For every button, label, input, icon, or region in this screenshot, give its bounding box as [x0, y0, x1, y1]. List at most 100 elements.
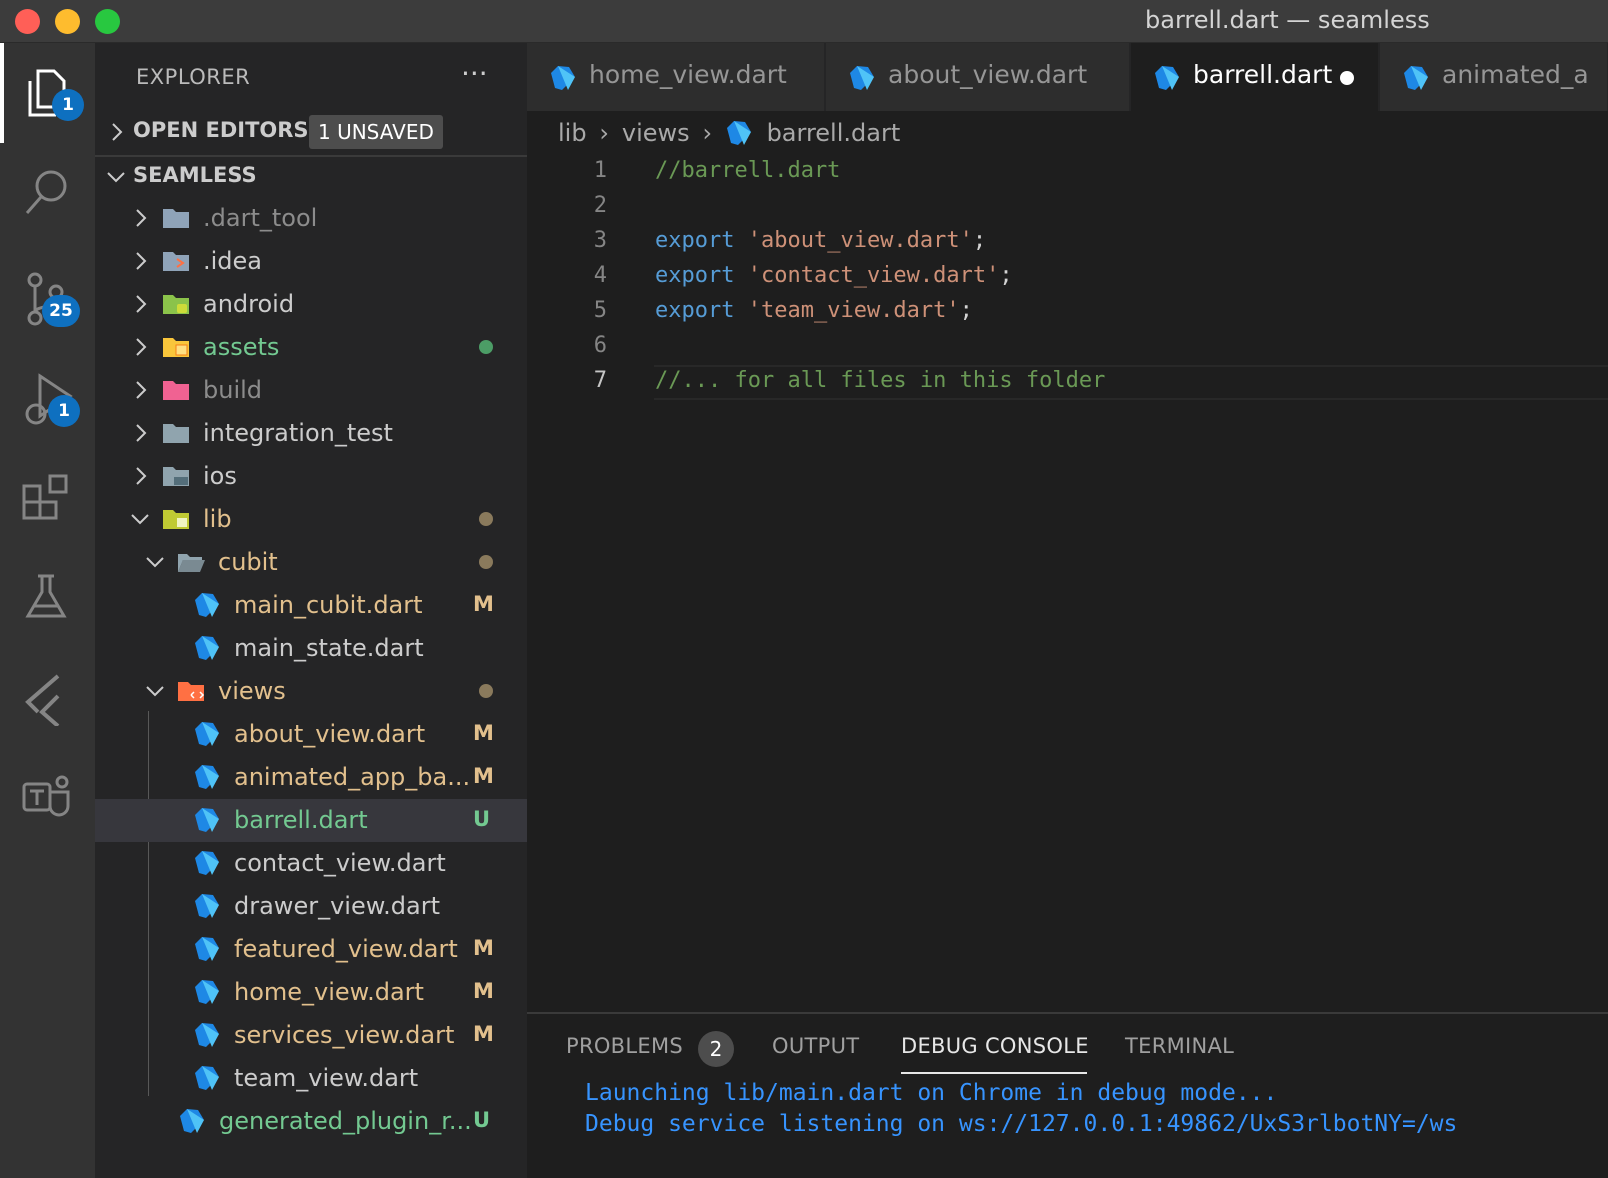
activity-search[interactable]: [0, 143, 95, 243]
tree-item-label: integration_test: [203, 419, 393, 447]
tree-item-ios[interactable]: ios: [95, 455, 527, 498]
tab-about-view[interactable]: about_view.dart: [826, 43, 1130, 111]
code-editor[interactable]: 1 2 3 4 5 6 7 //barrell.dart export 'abo…: [527, 152, 1608, 1012]
tree-item-label: .idea: [203, 247, 263, 275]
tree-item-generated-plugin-r[interactable]: generated_plugin_r... U: [95, 1100, 527, 1143]
activity-testing[interactable]: [0, 548, 95, 648]
tree-item-idea[interactable]: .idea: [95, 240, 527, 283]
tree-item-team-view-dart[interactable]: team_view.dart: [95, 1057, 527, 1100]
tab-home-view[interactable]: home_view.dart: [527, 43, 825, 111]
tree-item-drawer-view-dart[interactable]: drawer_view.dart: [95, 885, 527, 928]
tree-item-label: team_view.dart: [234, 1064, 419, 1092]
bottom-panel: PROBLEMS 2 OUTPUT DEBUG CONSOLE TERMINAL…: [527, 1012, 1608, 1178]
tree-item-label: ios: [203, 462, 237, 490]
tree-item-label: assets: [203, 333, 280, 361]
console-line: Launching lib/main.dart on Chrome in deb…: [585, 1080, 1278, 1106]
dart-file-icon: [195, 980, 219, 1004]
tab-barrell[interactable]: barrell.dart: [1131, 43, 1379, 111]
project-section[interactable]: SEAMLESS: [95, 156, 527, 200]
tree-item-main-state-dart[interactable]: main_state.dart: [95, 627, 527, 670]
folder-icon: [163, 510, 189, 529]
code-line: export 'team_view.dart';: [655, 298, 973, 323]
breadcrumb-item[interactable]: lib: [558, 119, 587, 147]
project-label: SEAMLESS: [133, 163, 257, 187]
git-status-badge: U: [473, 1108, 491, 1132]
tree-item-animated-app-ba[interactable]: animated_app_ba... M: [95, 756, 527, 799]
tree-item-cubit[interactable]: cubit: [95, 541, 527, 584]
tree-item-integration-test[interactable]: integration_test: [95, 412, 527, 455]
panel-tab-terminal[interactable]: TERMINAL: [1125, 1034, 1234, 1058]
code-keyword: export: [655, 228, 735, 253]
folder-icon: [178, 682, 205, 701]
tree-item-label: barrell.dart: [234, 806, 368, 834]
folder-icon: [163, 252, 189, 271]
tree-item-barrell-dart[interactable]: barrell.dart U: [95, 799, 527, 842]
open-editors-label: OPEN EDITORS: [133, 118, 309, 142]
tree-item-services-view-dart[interactable]: services_view.dart M: [95, 1014, 527, 1057]
breadcrumb-item[interactable]: views: [622, 119, 690, 147]
code-punctuation: ;: [999, 263, 1013, 288]
activity-source-control[interactable]: 25: [0, 248, 95, 348]
line-number: 3: [593, 228, 607, 253]
chevron-right-icon: ›: [599, 119, 610, 147]
code-comment: //barrell.dart: [655, 158, 841, 183]
git-status-badge: U: [473, 807, 491, 831]
git-status-dot: [479, 340, 493, 354]
close-window-button[interactable]: [15, 9, 40, 34]
tree-item-dart-tool[interactable]: .dart_tool: [95, 197, 527, 240]
folder-icon: [163, 338, 189, 357]
chevron-right-icon: [136, 295, 147, 313]
dart-file-icon: [195, 1023, 219, 1047]
tree-item-home-view-dart[interactable]: home_view.dart M: [95, 971, 527, 1014]
tree-item-about-view-dart[interactable]: about_view.dart M: [95, 713, 527, 756]
panel-tab-output[interactable]: OUTPUT: [772, 1034, 859, 1058]
tree-item-label: featured_view.dart: [234, 935, 458, 963]
tab-label: home_view.dart: [589, 60, 787, 89]
tree-item-label: build: [203, 376, 263, 404]
open-editors-section[interactable]: OPEN EDITORS 1 UNSAVED: [95, 111, 527, 155]
code-line: //barrell.dart: [655, 158, 840, 183]
activity-flutter[interactable]: [0, 648, 95, 748]
activity-run-debug[interactable]: 1: [0, 348, 95, 448]
unsaved-dot[interactable]: [1340, 71, 1354, 85]
breadcrumb-item[interactable]: barrell.dart: [767, 119, 901, 147]
tree-item-featured-view-dart[interactable]: featured_view.dart M: [95, 928, 527, 971]
dart-file-icon: [180, 1109, 204, 1133]
git-status-dot: [479, 512, 493, 526]
panel-tab-problems[interactable]: PROBLEMS: [566, 1034, 683, 1058]
tree-item-build[interactable]: build: [95, 369, 527, 412]
dart-file-icon: [195, 851, 219, 875]
more-actions-button[interactable]: ···: [461, 57, 488, 90]
minimize-window-button[interactable]: [55, 9, 80, 34]
code-string: 'contact_view.dart': [747, 263, 1000, 288]
tree-item-label: contact_view.dart: [234, 849, 446, 877]
chevron-down-icon: [107, 172, 125, 183]
zoom-window-button[interactable]: [95, 9, 120, 34]
tree-item-label: main_cubit.dart: [234, 591, 423, 619]
git-status-badge: M: [473, 764, 494, 788]
activity-extensions[interactable]: [0, 448, 95, 548]
tree-item-label: android: [203, 290, 295, 318]
tree-item-assets[interactable]: assets: [95, 326, 527, 369]
tree-item-label: views: [218, 677, 286, 705]
chevron-right-icon: [136, 381, 147, 399]
tree-item-android[interactable]: android: [95, 283, 527, 326]
git-status-badge: M: [473, 592, 494, 616]
tree-item-label: about_view.dart: [234, 720, 426, 748]
tree-item-label: cubit: [218, 548, 278, 576]
tree-item-lib[interactable]: lib: [95, 498, 527, 541]
activity-explorer[interactable]: 1: [0, 43, 95, 143]
git-status-badge: M: [473, 936, 494, 960]
chevron-down-icon: [146, 686, 164, 697]
tree-item-contact-view-dart[interactable]: contact_view.dart: [95, 842, 527, 885]
panel-tab-debug-console[interactable]: DEBUG CONSOLE: [901, 1034, 1089, 1058]
activity-teams[interactable]: [0, 748, 95, 848]
scm-badge: 25: [42, 295, 80, 327]
code-line: export 'about_view.dart';: [655, 228, 986, 253]
tree-item-main-cubit-dart[interactable]: main_cubit.dart M: [95, 584, 527, 627]
code-punctuation: ;: [972, 228, 987, 253]
tab-animated[interactable]: animated_a: [1380, 43, 1608, 111]
line-number: 2: [593, 193, 607, 218]
teams-icon: [22, 775, 70, 817]
tree-item-views[interactable]: views: [95, 670, 527, 713]
